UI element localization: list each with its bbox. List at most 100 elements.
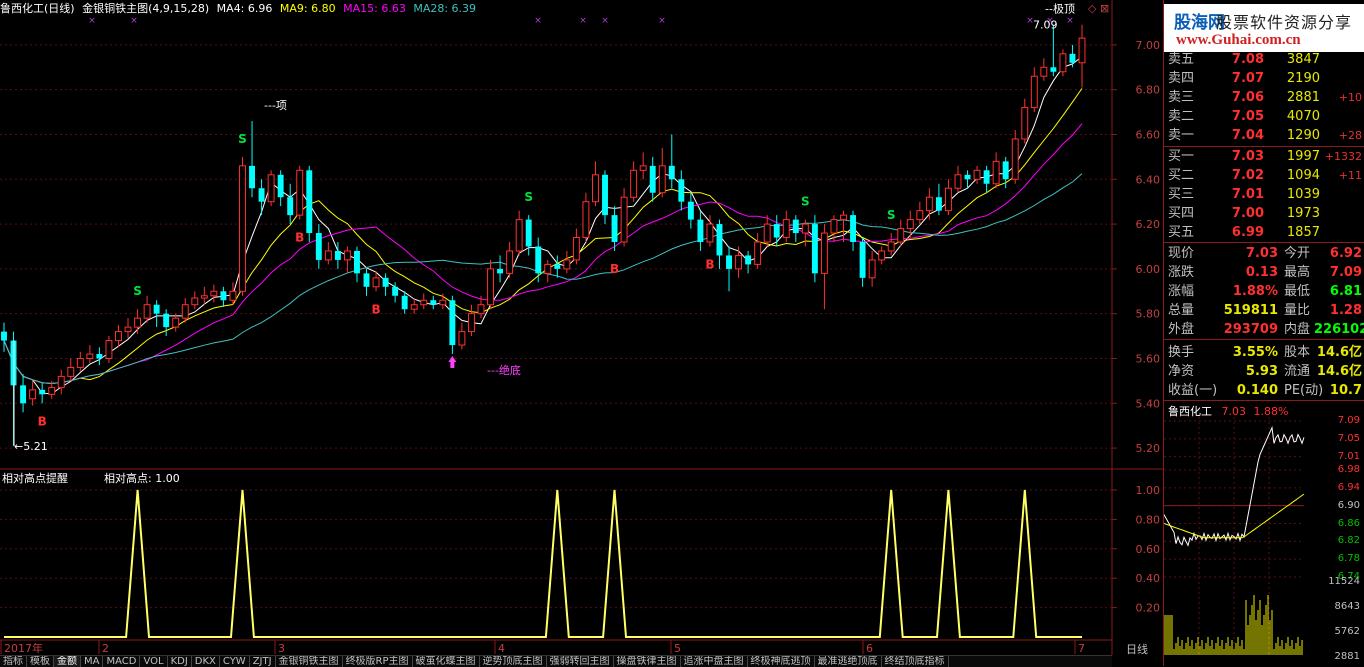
candle-up: [906, 219, 914, 230]
candle-down: [792, 219, 799, 234]
candle-up: [992, 160, 1000, 185]
tab-15[interactable]: 操盘铁律主图: [614, 656, 681, 667]
candle-up: [439, 299, 447, 306]
stat-row: 涨跌 0.13 最高 7.09: [1164, 263, 1364, 282]
tab-14[interactable]: 强弱转回主图: [547, 656, 614, 667]
quote-change: +11: [1338, 169, 1362, 182]
tab-9[interactable]: ZJTJ: [250, 656, 276, 667]
quote-price: 7.06: [1231, 90, 1264, 105]
candle-down: [354, 250, 360, 274]
tab-7[interactable]: DKX: [192, 656, 220, 667]
quote-label: 买一: [1168, 149, 1195, 164]
order-book-bottom-divider: [1164, 242, 1364, 243]
stock-name[interactable]: 鲁西化工(日线): [0, 2, 75, 15]
bid-row[interactable]: 买三 7.01 1039: [1164, 185, 1364, 204]
ask-row[interactable]: 卖一 7.04 1290 +28: [1164, 126, 1364, 145]
bid-row[interactable]: 买四 7.00 1973: [1164, 204, 1364, 223]
bid-row[interactable]: 买五 6.99 1857: [1164, 223, 1364, 242]
stat-value-2: 10.7: [1329, 383, 1362, 398]
tab-3[interactable]: MA: [81, 656, 104, 667]
mini-price-tick: 6.78: [1337, 553, 1360, 565]
candle-down: [850, 215, 857, 242]
candle-down: [726, 255, 732, 269]
tab-19[interactable]: 终结顶底指标: [882, 656, 949, 667]
tab-11[interactable]: 终极版RP主图: [343, 656, 413, 667]
candle-up: [544, 263, 552, 274]
bid-row[interactable]: 买一 7.03 1997 +1332: [1164, 147, 1364, 166]
candle-down: [1069, 53, 1076, 63]
quote-volume: 4070: [1286, 109, 1320, 124]
ask-row[interactable]: 卖四 7.07 2190: [1164, 69, 1364, 88]
main-chart-svg[interactable]: 7.00 6.80 6.60 6.40 6.20 6.00 5.80 5.60 5.40 5.20…: [0, 0, 1163, 655]
ask-row[interactable]: 卖二 7.05 4070: [1164, 107, 1364, 126]
bid-row[interactable]: 买二 7.02 1094 +11: [1164, 166, 1364, 185]
sell-signal: S: [887, 208, 896, 222]
tab-5[interactable]: VOL: [140, 656, 168, 667]
mini-volume-tick: 2881: [1334, 651, 1360, 662]
candle-up: [267, 174, 275, 203]
tab-0[interactable]: 指标: [0, 656, 27, 667]
tab-13[interactable]: 逆势顶底主图: [480, 656, 547, 667]
candle-up: [124, 326, 132, 333]
tab-17[interactable]: 终极神底逃顶: [748, 656, 815, 667]
candle-down: [983, 170, 990, 184]
quote-price: 7.02: [1231, 168, 1264, 183]
candle-up: [563, 259, 571, 270]
candle-down: [220, 291, 227, 301]
intraday-chart[interactable]: [1164, 417, 1309, 655]
ask-row[interactable]: 卖五 7.08 3847: [1164, 50, 1364, 69]
indicator-tab-bar: 指标 模板 金额 MA MACD VOL KDJ DKX CYW ZJTJ 金银铜铁主图 终极版RP主…: [0, 655, 1112, 667]
x-tick-label: 6: [866, 642, 873, 655]
panel-toggle-icon[interactable]: ◇ ⊠: [1088, 2, 1109, 15]
ask-row[interactable]: 卖三 7.06 2881 +10: [1164, 88, 1364, 107]
tab-1[interactable]: 模板: [27, 656, 54, 667]
tab-2[interactable]: 金额: [54, 656, 81, 667]
buy-signal: B: [295, 231, 304, 245]
quote-price: 7.04: [1231, 128, 1264, 143]
stat-value: 0.140: [1236, 383, 1278, 398]
quote-panel: 股海网 股票软件资源分享 www.Guhai.com.cn 卖五 7.08 38…: [1163, 0, 1364, 666]
bottom-arrow-stem: [450, 362, 455, 368]
candle-down: [315, 233, 322, 260]
quote-volume: 1857: [1286, 225, 1320, 240]
candle-up: [582, 201, 590, 239]
quote-volume: 1290: [1286, 128, 1320, 143]
stat-value: 1.88%: [1232, 284, 1278, 299]
ma15-line: [3, 123, 1083, 385]
candle-up: [830, 219, 838, 234]
high-price-annotation: 7.09: [1033, 19, 1058, 32]
quote-volume: 1094: [1286, 168, 1320, 183]
tab-16[interactable]: 追涨中盘主图: [681, 656, 748, 667]
candle-down: [363, 273, 370, 287]
candle-up: [467, 313, 475, 333]
period-label[interactable]: 日线: [1126, 641, 1148, 657]
tab-12[interactable]: 破茧化蝶主图: [413, 656, 480, 667]
indicator-value: 相对高点: 1.00: [104, 471, 180, 485]
relative-high-line: [4, 489, 1082, 638]
candle-down: [401, 295, 408, 310]
intraday-axis: 7.09 7.05 7.01 6.98 6.94 6.90 6.86 6.82 6.78 6.74…: [1304, 416, 1364, 666]
tab-10[interactable]: 金银铜铁主图: [276, 656, 343, 667]
tab-6[interactable]: KDJ: [168, 656, 192, 667]
candle-down: [392, 286, 399, 296]
indicator-name[interactable]: 金银铜铁主图(4,9,15,28): [82, 2, 209, 15]
candle-up: [115, 331, 122, 342]
guhai-logo: 股海网 股票软件资源分享 www.Guhai.com.cn: [1164, 4, 1364, 52]
candle-up: [1078, 37, 1086, 64]
indicator-tick-label: 0.20: [1136, 602, 1161, 615]
quote-label: 买五: [1168, 225, 1195, 240]
logo-slogan: 股票软件资源分享: [1216, 13, 1353, 32]
tab-8[interactable]: CYW: [220, 656, 250, 667]
mini-volume-tick: 11524: [1328, 576, 1360, 587]
candle-up: [801, 223, 809, 234]
quote-volume: 3847: [1286, 52, 1320, 67]
stat-row: 换手 3.55% 股本 14.6亿: [1164, 343, 1364, 362]
tab-18[interactable]: 最准逃绝顶底: [815, 656, 882, 667]
candle-up: [639, 165, 647, 171]
stat-label-2: 最低: [1284, 284, 1311, 299]
candle-down: [535, 246, 542, 274]
tab-4[interactable]: MACD: [103, 656, 141, 667]
mini-price-tick: 7.01: [1337, 450, 1360, 462]
candle-down: [96, 354, 103, 359]
y-tick-label: 6.20: [1136, 218, 1161, 231]
